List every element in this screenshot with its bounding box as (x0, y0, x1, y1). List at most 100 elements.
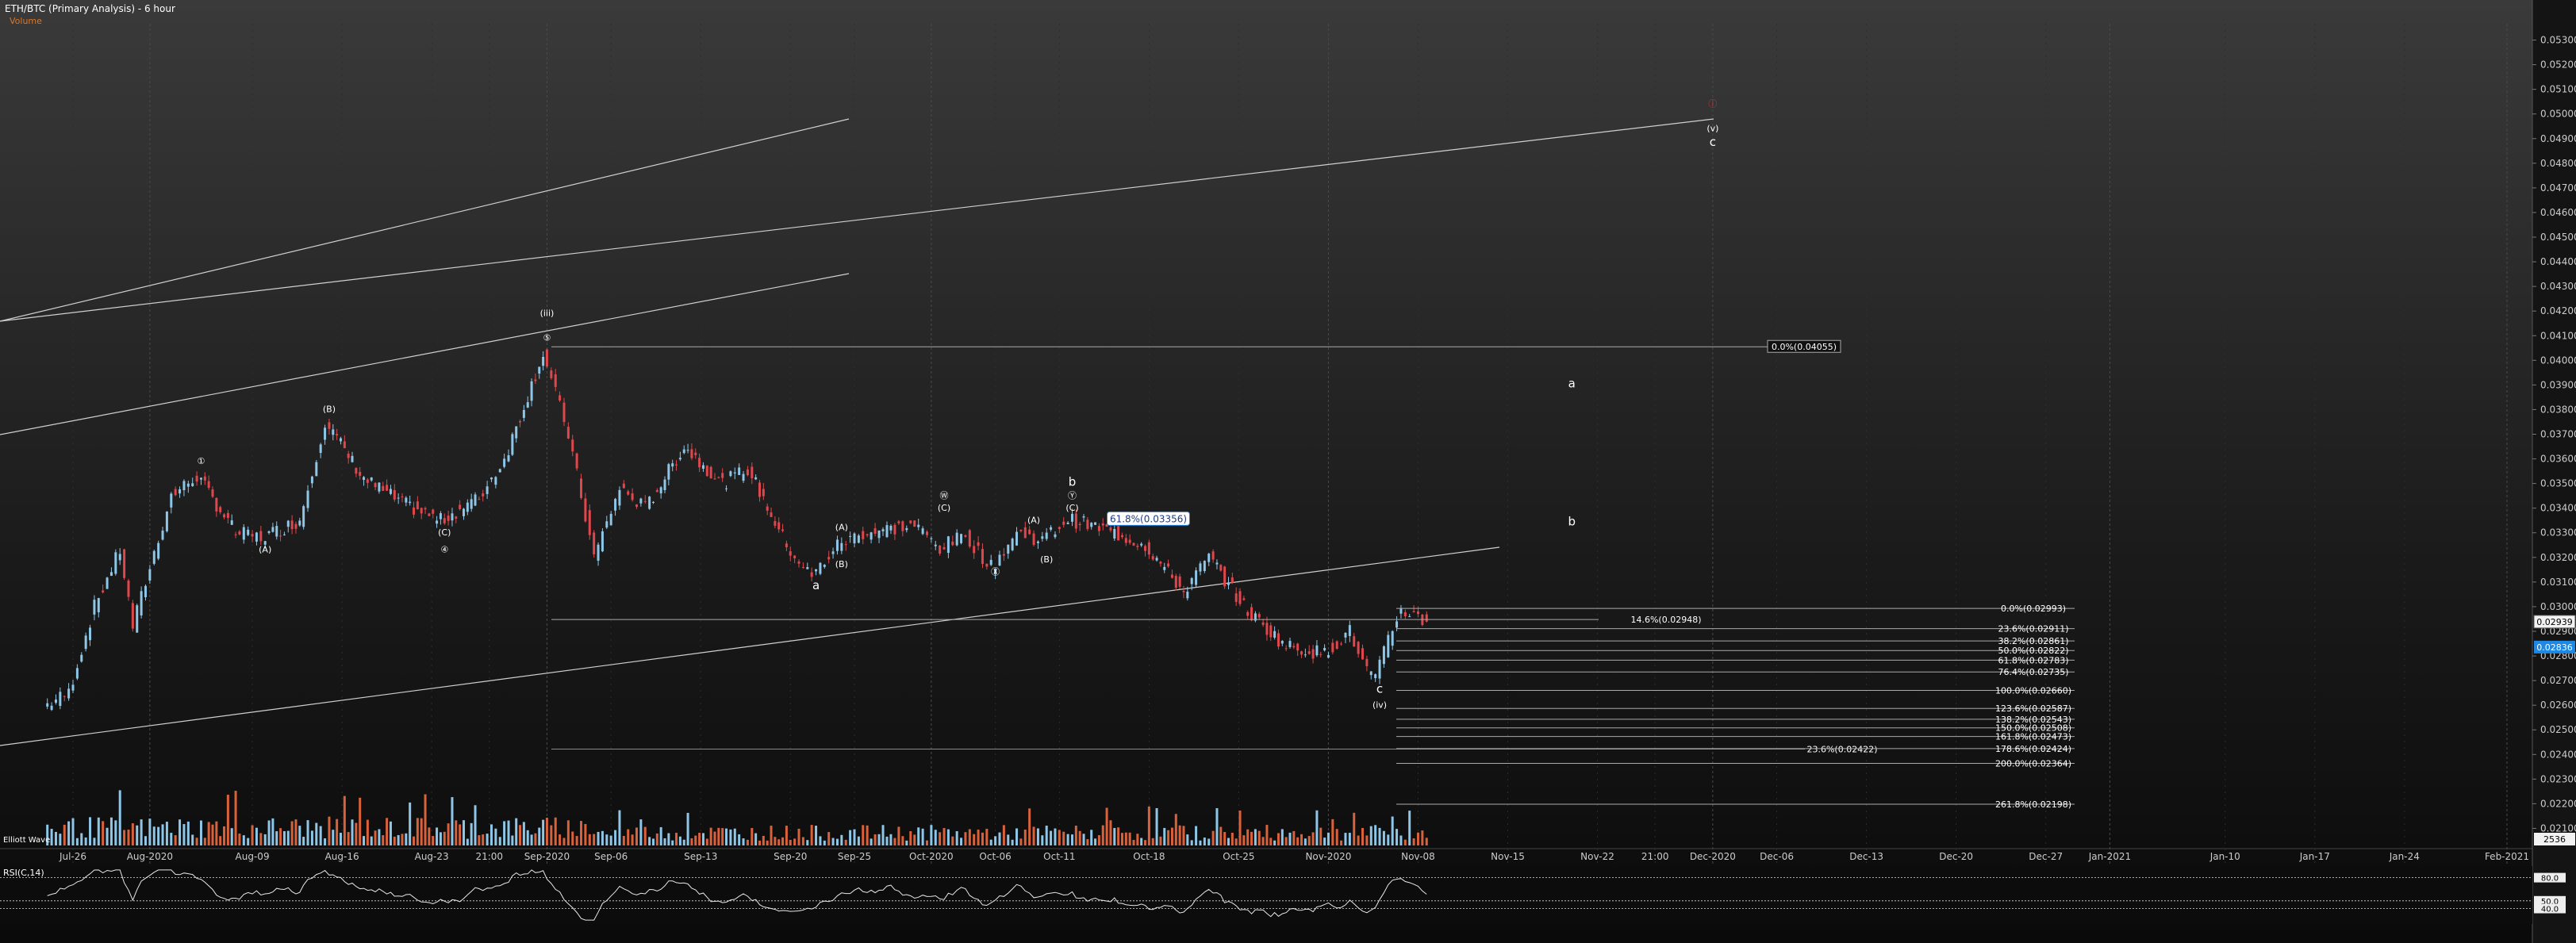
volume-bar (93, 838, 96, 845)
y-tick-label: 0.02100 (2540, 822, 2576, 834)
candle-body (1311, 649, 1315, 659)
volume-bar (428, 827, 431, 845)
candle-body (1170, 574, 1173, 578)
volume-bar (234, 791, 237, 845)
volume-bar (1097, 835, 1100, 845)
x-tick-label: 21:00 (475, 851, 503, 862)
candle-body (770, 512, 773, 518)
candle-body (195, 475, 198, 482)
candle-body (823, 565, 826, 567)
volume-bar (989, 839, 992, 845)
candle-body (306, 490, 309, 508)
volume-bar (840, 834, 843, 845)
volume-bar (1300, 834, 1303, 845)
volume-bar (1382, 830, 1385, 845)
candles (46, 348, 1428, 711)
candle-body (530, 381, 533, 401)
candle-body (1113, 529, 1116, 539)
volume-bar (593, 834, 596, 845)
candle-body (960, 534, 963, 543)
y-tick-label: 0.03200 (2540, 552, 2576, 563)
volume-bar (343, 795, 346, 845)
candle-body (1036, 541, 1039, 543)
volume-bar (955, 830, 958, 845)
candle-body (815, 569, 818, 572)
candle-body (1361, 648, 1365, 660)
volume-bar (1315, 810, 1319, 845)
volume-bar (550, 825, 553, 845)
candle-body (973, 546, 976, 554)
candle-body (507, 455, 510, 462)
candle-body (1353, 636, 1356, 647)
candle-body (374, 483, 377, 488)
volume-bar (165, 822, 168, 845)
candle-body (294, 523, 298, 529)
candle-body (1365, 658, 1369, 667)
volume-bar (671, 840, 674, 845)
candle-body (1230, 577, 1234, 583)
volume-bar (566, 820, 570, 845)
volume-bar (1186, 834, 1189, 845)
volume-bar (459, 824, 462, 845)
candle-body (844, 544, 847, 546)
volume-bar (405, 833, 408, 845)
candle-body (1011, 539, 1014, 550)
x-tick-label: Aug-16 (325, 851, 359, 862)
x-tick-label: Oct-11 (1043, 851, 1075, 862)
volume-bar (102, 821, 105, 845)
candle-body (1159, 562, 1162, 564)
volume-bar (466, 838, 469, 845)
volume-bar (667, 833, 670, 845)
wave-label: (C) (438, 527, 451, 538)
volume-bar (1230, 832, 1234, 845)
fib-label: 123.6%(0.02587) (1995, 703, 2071, 714)
volume-bar (179, 819, 182, 845)
candle-body (1007, 544, 1010, 554)
volume-bar (443, 831, 446, 845)
candle-body (785, 543, 788, 548)
wave-label: ① (198, 456, 205, 466)
candle-body (259, 531, 263, 542)
candle-body (389, 489, 392, 494)
volume-bar (416, 818, 419, 845)
volume-bar (263, 834, 267, 845)
volume-bar (462, 820, 465, 845)
candle-body (905, 527, 908, 531)
volume-bar (1207, 838, 1211, 845)
wave-label: a (812, 578, 820, 592)
volume-bar (1117, 827, 1120, 845)
price-chart[interactable]: 0.02100 0.02200 0.02300 0.02400 0.02500 0.026… (0, 0, 2576, 943)
candle-body (363, 477, 366, 481)
candle-body (917, 524, 920, 527)
y-tick-label: 0.03900 (2540, 379, 2576, 390)
volume-bar (738, 834, 741, 845)
candle-body (901, 521, 904, 531)
volume-bar (601, 830, 604, 845)
candle-body (639, 498, 643, 504)
volume-bar (420, 818, 423, 845)
candle-body (989, 559, 992, 565)
candle-body (1323, 647, 1326, 651)
y-tick-label: 0.05300 (2540, 35, 2576, 46)
volume-bar (639, 819, 643, 845)
candle-body (378, 482, 381, 492)
candle-body (1288, 641, 1292, 647)
candle-body (478, 499, 481, 500)
volume-bar (1023, 829, 1027, 845)
volume-bar (226, 795, 229, 845)
volume-bar (1041, 835, 1044, 845)
volume-bar (998, 832, 1001, 845)
rsi-level-label: 40.0 (2541, 906, 2559, 914)
candle-body (1331, 642, 1334, 653)
candle-body (1182, 591, 1185, 592)
volume-bar (823, 840, 826, 845)
volume-bar (290, 821, 294, 845)
x-tick-label: Nov-22 (1580, 851, 1614, 862)
candle-body (1280, 641, 1284, 644)
volume-bar (1412, 838, 1415, 845)
y-tick-label: 0.03100 (2540, 577, 2576, 588)
volume-bar (1307, 836, 1311, 845)
candle-body (885, 525, 889, 538)
candle-body (559, 395, 562, 401)
candle-body (827, 557, 831, 560)
